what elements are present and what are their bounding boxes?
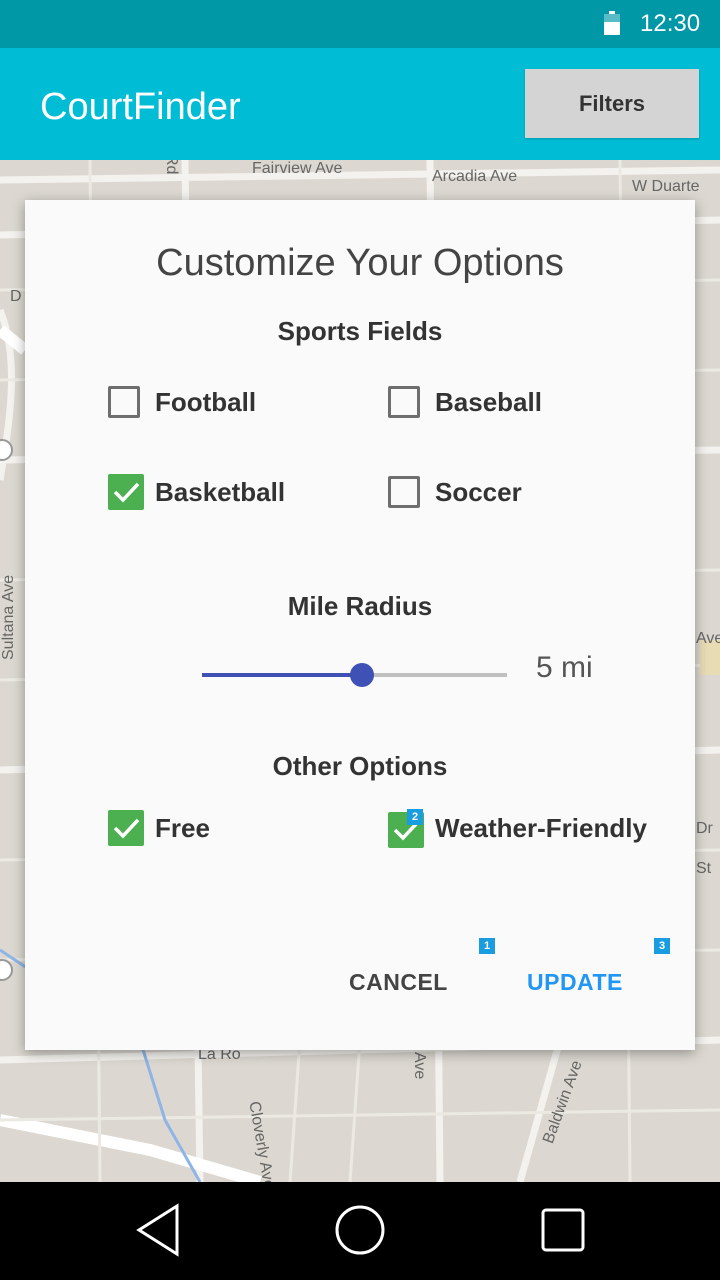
- free-label: Free: [155, 813, 210, 843]
- recents-icon[interactable]: [541, 1208, 585, 1252]
- check-icon: [113, 818, 140, 839]
- battery-icon: [604, 11, 620, 35]
- sports-fields-heading: Sports Fields: [277, 316, 443, 346]
- map-label: Rd: [163, 160, 180, 175]
- map-label: Ave: [696, 630, 720, 647]
- football-checkbox[interactable]: [108, 386, 140, 418]
- radius-slider-track[interactable]: [362, 673, 507, 677]
- soccer-checkbox[interactable]: [388, 476, 420, 508]
- baseball-checkbox[interactable]: [388, 386, 420, 418]
- basketball-checkbox[interactable]: [108, 474, 144, 510]
- navigation-bar: [0, 1182, 720, 1280]
- badge-1: 1: [479, 938, 495, 954]
- soccer-label: Soccer: [435, 477, 522, 507]
- dialog-title: Customize Your Options: [156, 242, 564, 284]
- map-label: Sultana Ave: [0, 574, 17, 660]
- mile-radius-heading: Mile Radius: [287, 591, 433, 621]
- filters-button[interactable]: Filters: [525, 69, 699, 138]
- radius-slider-track-filled[interactable]: [202, 673, 362, 677]
- app-title: CourtFinder: [40, 86, 241, 128]
- free-checkbox[interactable]: [108, 810, 144, 846]
- weather-friendly-label: Weather-Friendly: [435, 813, 647, 843]
- map-label: Ave: [411, 1052, 428, 1080]
- check-icon: [113, 482, 140, 503]
- status-time: 12:30: [640, 10, 701, 37]
- cancel-button[interactable]: CANCEL: [349, 969, 448, 996]
- badge-2: 2: [407, 809, 423, 825]
- update-button[interactable]: UPDATE: [527, 969, 623, 996]
- basketball-label: Basketball: [155, 477, 286, 507]
- radius-value: 5 mi: [536, 651, 593, 684]
- home-icon[interactable]: [335, 1205, 385, 1255]
- map-label: St: [696, 860, 712, 877]
- badge-3: 3: [654, 938, 670, 954]
- map-label: Arcadia Ave: [432, 168, 518, 185]
- baseball-label: Baseball: [435, 387, 542, 417]
- map-label: W Duarte: [632, 178, 700, 195]
- options-dialog: Customize Your Options Sports Fields Foo…: [25, 200, 695, 1050]
- map-label: D: [10, 288, 22, 305]
- back-icon[interactable]: [136, 1203, 179, 1257]
- football-label: Football: [155, 387, 257, 417]
- map-label: Dr: [696, 820, 713, 837]
- other-options-heading: Other Options: [272, 751, 448, 781]
- status-bar: 12:30: [0, 0, 720, 48]
- map-label: Fairview Ave: [252, 160, 343, 177]
- radius-slider-thumb[interactable]: [350, 663, 374, 687]
- app-bar: CourtFinder Filters: [0, 48, 720, 160]
